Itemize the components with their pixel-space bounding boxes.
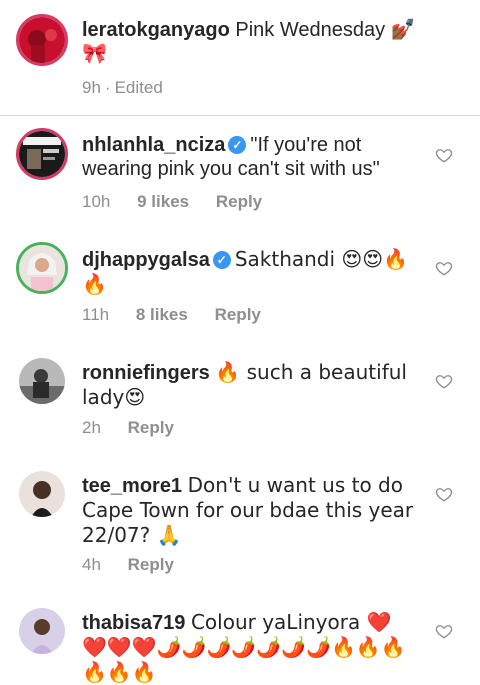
comment-meta: 11h 8 likes Reply <box>82 305 283 325</box>
heart-outline-icon[interactable] <box>435 259 453 277</box>
caption-text-block: leratokganyago Pink Wednesday 💅🏾🎀 <box>82 18 427 66</box>
avatar[interactable] <box>19 471 65 517</box>
post-caption: leratokganyago Pink Wednesday 💅🏾🎀 9h · Edi… <box>0 0 480 116</box>
username[interactable]: tee_more1 <box>82 475 182 497</box>
comment-text-block: ronniefingers 🔥 such a beautiful lady😍 <box>82 360 427 410</box>
timestamp: 11h <box>82 305 110 324</box>
avatar[interactable] <box>16 14 68 66</box>
avatar[interactable] <box>16 242 68 294</box>
heart-outline-icon[interactable] <box>435 372 453 390</box>
comment-text-block: thabisa719 Colour yaLinyora ❤️❤️❤️❤️🌶️🌶️… <box>82 610 412 685</box>
avatar[interactable] <box>19 608 65 654</box>
comment-text-block: djhappygalsa ✓ Sakthandi 😍😍🔥🔥 <box>82 247 427 297</box>
comment-text-block: tee_more1 Don't u want us to do Cape Tow… <box>82 473 427 548</box>
timestamp: 4h <box>82 555 101 574</box>
likes-count[interactable]: 8 likes <box>136 305 188 324</box>
caption-meta: 9h · Edited <box>82 78 185 98</box>
heart-outline-icon[interactable] <box>435 146 453 164</box>
username[interactable]: thabisa719 <box>82 612 185 634</box>
heart-outline-icon[interactable] <box>435 622 453 640</box>
reply-button[interactable]: Reply <box>128 418 174 437</box>
avatar[interactable] <box>16 128 68 180</box>
timestamp: 10h <box>82 192 111 211</box>
reply-button[interactable]: Reply <box>128 555 174 574</box>
username[interactable]: leratokganyago <box>82 19 230 41</box>
comment-meta: 10h 9 likes Reply <box>82 192 284 212</box>
verified-badge-icon: ✓ <box>228 136 247 154</box>
username[interactable]: nhlanhla_nciza <box>82 134 225 156</box>
reply-button[interactable]: Reply <box>215 305 261 324</box>
username[interactable]: ronniefingers <box>82 362 210 384</box>
edited-label: Edited <box>114 78 163 97</box>
comment-text-block: nhlanhla_nciza ✓ "If you're not wearing pi… <box>82 133 427 181</box>
timestamp: 9h <box>82 78 101 97</box>
avatar[interactable] <box>19 358 65 404</box>
verified-badge-icon: ✓ <box>212 251 231 269</box>
meta-dot: · <box>104 78 111 97</box>
comment-meta: 4h Reply <box>82 555 196 575</box>
comment-meta: 2h Reply <box>82 418 196 438</box>
likes-count[interactable]: 9 likes <box>137 192 189 211</box>
heart-outline-icon[interactable] <box>435 485 453 503</box>
username[interactable]: djhappygalsa <box>82 249 210 271</box>
timestamp: 2h <box>82 418 101 437</box>
reply-button[interactable]: Reply <box>216 192 262 211</box>
